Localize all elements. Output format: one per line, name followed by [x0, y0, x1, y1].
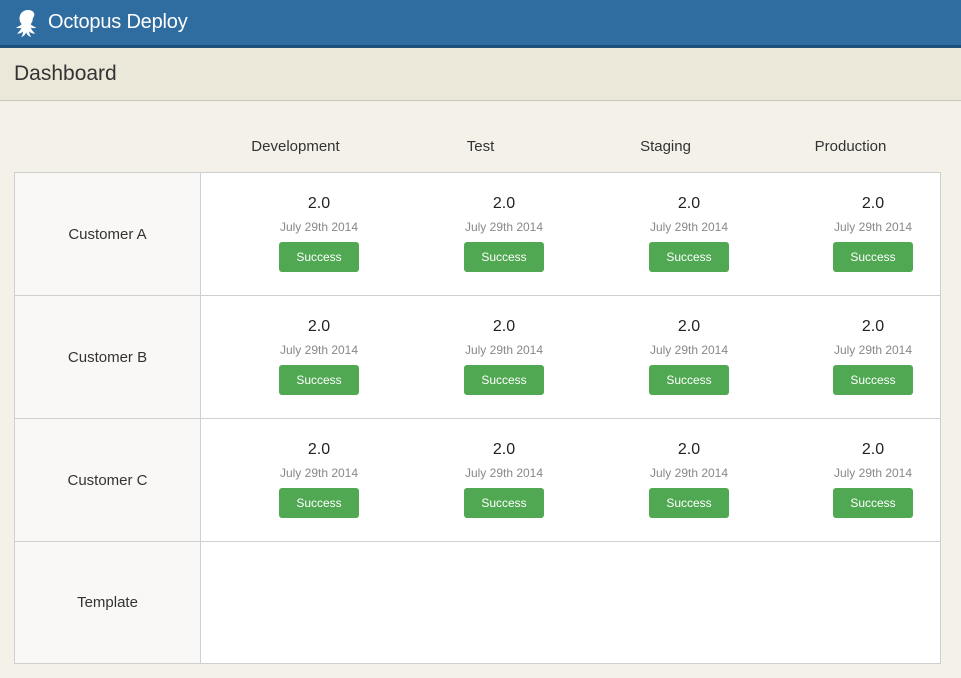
project-row: Template	[14, 541, 941, 664]
status-success-button[interactable]: Success	[279, 365, 359, 395]
deployment-cell-development[interactable]: 2.0 July 29th 2014 Success	[239, 439, 399, 518]
deployment-cell-test[interactable]: 2.0 July 29th 2014 Success	[424, 316, 584, 395]
release-version[interactable]: 2.0	[239, 439, 399, 461]
status-success-button[interactable]: Success	[464, 488, 544, 518]
page-header: Dashboard	[0, 48, 961, 101]
deployment-date: July 29th 2014	[833, 220, 913, 234]
app-logo[interactable]: Octopus Deploy	[14, 8, 188, 38]
environment-header-staging: Staging	[640, 138, 691, 155]
release-version[interactable]: 2.0	[793, 193, 953, 215]
deployment-cell-production[interactable]: 2.0 July 29th 2014 Success	[793, 316, 953, 395]
status-success-button[interactable]: Success	[464, 242, 544, 272]
deployment-date: July 29th 2014	[833, 466, 913, 480]
status-success-button[interactable]: Success	[464, 365, 544, 395]
release-version[interactable]: 2.0	[424, 439, 584, 461]
status-success-button[interactable]: Success	[833, 488, 913, 518]
deployment-date: July 29th 2014	[464, 466, 544, 480]
project-name[interactable]: Customer A	[14, 172, 201, 296]
top-navbar: Octopus Deploy	[0, 0, 961, 48]
deployment-cell-staging[interactable]: 2.0 July 29th 2014 Success	[609, 316, 769, 395]
deployment-date: July 29th 2014	[649, 466, 729, 480]
status-success-button[interactable]: Success	[649, 365, 729, 395]
page-title: Dashboard	[14, 62, 117, 85]
environment-header-row: Development Test Staging Production	[14, 101, 941, 172]
status-success-button[interactable]: Success	[279, 488, 359, 518]
release-version[interactable]: 2.0	[793, 439, 953, 461]
environment-header-development: Development	[251, 138, 340, 155]
status-success-button[interactable]: Success	[279, 242, 359, 272]
project-name[interactable]: Customer B	[14, 295, 201, 419]
project-row: Customer B 2.0 July 29th 2014 Success 2.0 Jul…	[14, 295, 941, 419]
deployment-cell-production[interactable]: 2.0 July 29th 2014 Success	[793, 193, 953, 272]
deployment-date: July 29th 2014	[279, 466, 359, 480]
deployment-cells	[200, 541, 941, 664]
deployment-date: July 29th 2014	[833, 343, 913, 357]
status-success-button[interactable]: Success	[833, 365, 913, 395]
environment-header-production: Production	[814, 138, 887, 155]
project-name[interactable]: Customer C	[14, 418, 201, 542]
deployment-cell-production[interactable]: 2.0 July 29th 2014 Success	[793, 439, 953, 518]
status-success-button[interactable]: Success	[833, 242, 913, 272]
status-success-button[interactable]: Success	[649, 242, 729, 272]
project-name[interactable]: Template	[14, 541, 201, 664]
deployment-cell-test[interactable]: 2.0 July 29th 2014 Success	[424, 193, 584, 272]
release-version[interactable]: 2.0	[609, 439, 769, 461]
deployment-cell-staging[interactable]: 2.0 July 29th 2014 Success	[609, 193, 769, 272]
release-version[interactable]: 2.0	[424, 193, 584, 215]
release-version[interactable]: 2.0	[239, 316, 399, 338]
deployment-cells-wrap: 2.0 July 29th 2014 Success 2.0 July 29th 201…	[201, 296, 940, 418]
app-name: Octopus Deploy	[48, 11, 188, 33]
deployment-cells-wrap	[201, 542, 940, 661]
dashboard-content: Development Test Staging Production Cust…	[0, 101, 961, 664]
deployment-cells-wrap: 2.0 July 29th 2014 Success 2.0 July 29th 201…	[201, 173, 940, 295]
status-success-button[interactable]: Success	[649, 488, 729, 518]
release-version[interactable]: 2.0	[424, 316, 584, 338]
deployment-date: July 29th 2014	[464, 220, 544, 234]
environment-header-test: Test	[466, 138, 495, 155]
deployment-cell-staging[interactable]: 2.0 July 29th 2014 Success	[609, 439, 769, 518]
deployment-date: July 29th 2014	[279, 220, 359, 234]
release-version[interactable]: 2.0	[793, 316, 953, 338]
release-version[interactable]: 2.0	[609, 316, 769, 338]
deployment-cells-wrap: 2.0 July 29th 2014 Success 2.0 July 29th 201…	[201, 419, 940, 541]
deployment-cells: 2.0 July 29th 2014 Success 2.0 July 29th 201…	[200, 172, 941, 296]
project-row: Customer C 2.0 July 29th 2014 Success 2.0 Jul…	[14, 418, 941, 542]
deployment-cell-development[interactable]: 2.0 July 29th 2014 Success	[239, 316, 399, 395]
deployment-cells: 2.0 July 29th 2014 Success 2.0 July 29th 201…	[200, 418, 941, 542]
deployment-date: July 29th 2014	[649, 343, 729, 357]
deployment-cells: 2.0 July 29th 2014 Success 2.0 July 29th 201…	[200, 295, 941, 419]
deployment-date: July 29th 2014	[464, 343, 544, 357]
dashboard-grid: Customer A 2.0 July 29th 2014 Success 2.0 Jul…	[14, 172, 941, 664]
octopus-logo-icon	[16, 9, 37, 37]
project-row: Customer A 2.0 July 29th 2014 Success 2.0 Jul…	[14, 172, 941, 296]
deployment-cell-test[interactable]: 2.0 July 29th 2014 Success	[424, 439, 584, 518]
deployment-cell-development[interactable]: 2.0 July 29th 2014 Success	[239, 193, 399, 272]
release-version[interactable]: 2.0	[609, 193, 769, 215]
release-version[interactable]: 2.0	[239, 193, 399, 215]
deployment-date: July 29th 2014	[649, 220, 729, 234]
deployment-date: July 29th 2014	[279, 343, 359, 357]
